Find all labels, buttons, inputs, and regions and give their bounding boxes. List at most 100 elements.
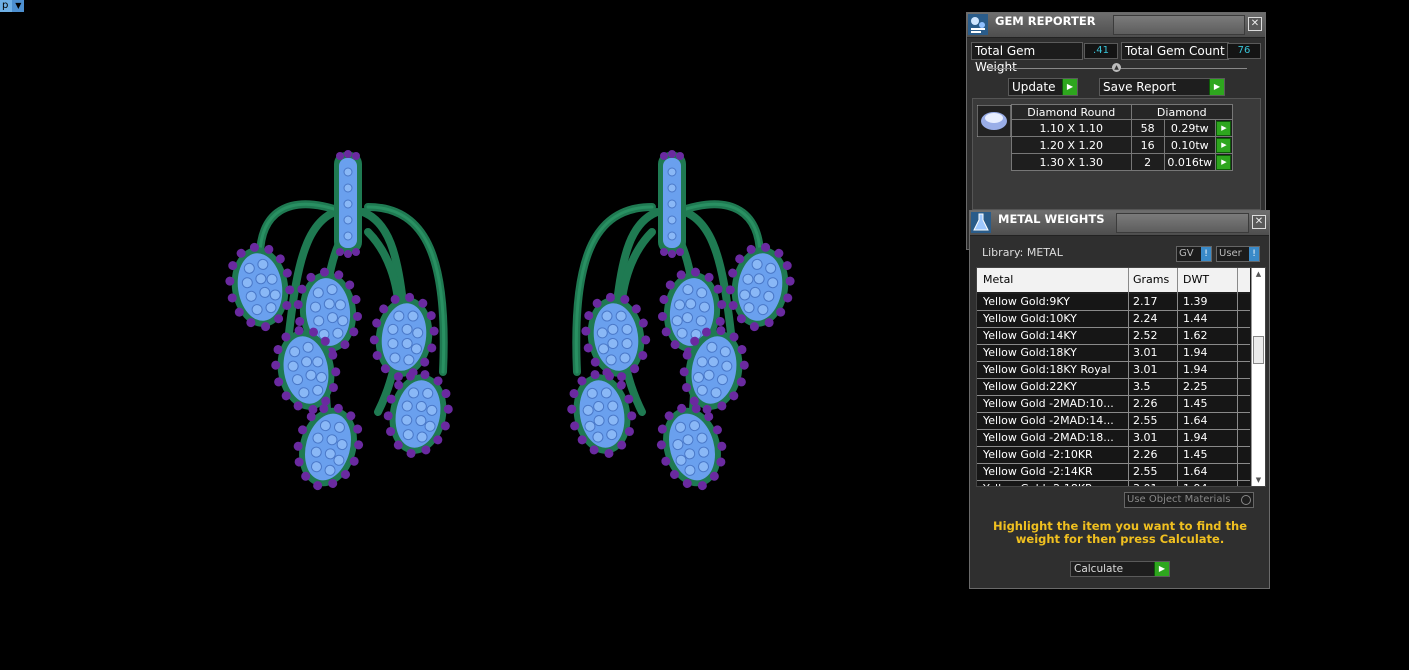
column-divider — [1177, 268, 1178, 486]
metal-rows: Yellow Gold:9KY 2.17 1.39 Yellow Gold:10KY 2… — [977, 294, 1250, 486]
scroll-down-icon[interactable]: ▼ — [1252, 474, 1265, 486]
table-row[interactable]: Yellow Gold:10KY 2.24 1.44 — [977, 311, 1250, 328]
gem-count: 2 — [1130, 153, 1165, 171]
metal-grams: 2.26 — [1133, 397, 1158, 410]
table-row[interactable]: Yellow Gold -2:14KR 2.55 1.64 — [977, 464, 1250, 481]
metal-dwt: 1.64 — [1183, 414, 1208, 427]
metal-name: Yellow Gold:9KY — [983, 295, 1070, 308]
table-row[interactable]: 1.30 X 1.30 2 0.016tw ▶ — [1011, 153, 1234, 171]
gem-size: 1.10 X 1.10 — [1011, 119, 1132, 137]
table-row[interactable]: Yellow Gold -2MAD:14... 2.55 1.64 — [977, 413, 1250, 430]
metal-list[interactable]: Metal Grams DWT Yellow Gold:9KY 2.17 1.39 Y… — [976, 267, 1266, 487]
gem-summary-table: Diamond Round Diamond 1.10 X 1.10 58 0.2… — [1011, 104, 1234, 171]
calculate-button[interactable]: Calculate ▶ — [1070, 561, 1170, 577]
diamond-round-icon[interactable] — [977, 105, 1011, 137]
metal-name: Yellow Gold -2:10KR — [983, 448, 1093, 461]
gem-reporter-titlebar[interactable]: GEM REPORTER ✕ — [967, 13, 1265, 38]
metal-name: Yellow Gold:10KY — [983, 312, 1077, 325]
total-gem-weight-label: Total Gem Weight — [971, 42, 1083, 74]
gem-reporter-drag-handle[interactable] — [1113, 15, 1245, 35]
metal-name: Yellow Gold:18KY — [983, 346, 1077, 359]
metal-list-scrollbar[interactable]: ▲ ▼ — [1251, 268, 1265, 486]
metal-grams: 2.52 — [1133, 329, 1158, 342]
metal-grams: 2.55 — [1133, 414, 1158, 427]
metal-dwt: 1.44 — [1183, 312, 1208, 325]
gem-reporter-title: GEM REPORTER — [995, 14, 1096, 28]
user-toggle[interactable]: User ! — [1216, 246, 1260, 262]
table-row[interactable]: Yellow Gold:9KY 2.17 1.39 — [977, 294, 1250, 311]
table-row[interactable]: 1.20 X 1.20 16 0.10tw ▶ — [1011, 136, 1234, 154]
metal-weights-titlebar[interactable]: METAL WEIGHTS ✕ — [970, 211, 1269, 236]
metal-weights-panel: METAL WEIGHTS ✕ Library: METAL GV ! User… — [969, 210, 1270, 589]
total-gem-weight-value: .41 — [1084, 43, 1118, 59]
metal-dwt: 1.94 — [1183, 481, 1237, 486]
metal-name: Yellow Gold -2:14KR — [983, 465, 1093, 478]
metal-grams: 2.24 — [1133, 312, 1158, 325]
table-row[interactable]: Yellow Gold:22KY 3.5 2.25 — [977, 379, 1250, 396]
gem-weight: 0.016tw — [1163, 153, 1216, 171]
metal-dwt: 1.39 — [1183, 295, 1208, 308]
play-arrow-icon[interactable]: ▶ — [1216, 121, 1232, 136]
use-object-materials-toggle[interactable]: Use Object Materials — [1124, 492, 1254, 508]
info-icon: ! — [1201, 247, 1211, 261]
close-icon[interactable]: ✕ — [1252, 215, 1266, 229]
collapse-arrow-icon[interactable]: ▲ — [1112, 63, 1121, 72]
column-header-dwt[interactable]: DWT — [1183, 268, 1209, 292]
column-header-metal[interactable]: Metal — [983, 268, 1013, 292]
row-action-cell[interactable]: ▶ — [1214, 153, 1234, 171]
metal-dwt: 1.94 — [1183, 431, 1208, 444]
gem-size: 1.30 X 1.30 — [1011, 153, 1132, 171]
table-row[interactable]: Yellow Gold -2:18KR 3.01 1.94 — [977, 481, 1250, 486]
metal-dwt: 1.45 — [1183, 397, 1208, 410]
table-row[interactable]: Yellow Gold:18KY 3.01 1.94 — [977, 345, 1250, 362]
scroll-up-icon[interactable]: ▲ — [1252, 268, 1265, 280]
table-row[interactable]: Yellow Gold -2MAD:18... 3.01 1.94 — [977, 430, 1250, 447]
right-earring-model — [561, 150, 799, 499]
play-arrow-icon[interactable]: ▶ — [1216, 138, 1232, 153]
metal-name: Yellow Gold -2:18KR — [983, 481, 1129, 486]
metal-dwt: 1.64 — [1183, 465, 1208, 478]
table-row[interactable]: 1.10 X 1.10 58 0.29tw ▶ — [1011, 119, 1234, 137]
metal-weights-title: METAL WEIGHTS — [998, 212, 1105, 226]
table-row[interactable]: Yellow Gold -2MAD:10... 2.26 1.45 — [977, 396, 1250, 413]
metal-name: Yellow Gold:14KY — [983, 329, 1077, 342]
calculate-instructions: Highlight the item you want to find the … — [993, 519, 1247, 546]
update-button[interactable]: Update ▶ — [1008, 78, 1078, 96]
gv-toggle[interactable]: GV ! — [1176, 246, 1212, 262]
row-action-cell[interactable]: ▶ — [1214, 119, 1234, 137]
table-row[interactable]: Yellow Gold:18KY Royal 3.01 1.94 — [977, 362, 1250, 379]
table-row[interactable]: Yellow Gold:14KY 2.52 1.62 — [977, 328, 1250, 345]
save-report-button[interactable]: Save Report ▶ — [1099, 78, 1225, 96]
play-arrow-icon: ▶ — [1209, 79, 1224, 95]
metal-grams: 2.17 — [1133, 295, 1158, 308]
table-row[interactable]: Yellow Gold -2:10KR 2.26 1.45 — [977, 447, 1250, 464]
play-arrow-icon: ▶ — [1154, 562, 1169, 576]
metal-name: Yellow Gold -2MAD:14... — [983, 414, 1114, 427]
left-earring-model — [221, 150, 459, 499]
metal-dwt: 1.45 — [1183, 448, 1208, 461]
metal-weights-drag-handle[interactable] — [1116, 213, 1249, 233]
metal-grams: 2.55 — [1133, 465, 1158, 478]
play-arrow-icon[interactable]: ▶ — [1216, 155, 1232, 170]
metal-grams: 3.01 — [1133, 431, 1158, 444]
library-label: Library: METAL — [982, 246, 1063, 259]
total-gem-count-label: Total Gem Count — [1121, 42, 1229, 60]
gem-size: 1.20 X 1.20 — [1011, 136, 1132, 154]
user-label: User — [1219, 248, 1242, 259]
close-icon[interactable]: ✕ — [1248, 17, 1262, 31]
metal-grams: 3.5 — [1133, 380, 1151, 393]
metal-name: Yellow Gold:22KY — [983, 380, 1077, 393]
gem-kind-header: Diamond — [1130, 104, 1234, 120]
gem-weight: 0.29tw — [1163, 119, 1216, 137]
metal-grams: 3.01 — [1133, 363, 1158, 376]
gem-count: 58 — [1130, 119, 1165, 137]
gem-weight: 0.10tw — [1163, 136, 1216, 154]
column-header-grams[interactable]: Grams — [1133, 268, 1169, 292]
scrollbar-thumb[interactable] — [1253, 336, 1264, 364]
metal-grams: 3.01 — [1133, 481, 1177, 486]
metal-name: Yellow Gold -2MAD:18... — [983, 431, 1114, 444]
metal-flask-icon — [971, 212, 991, 233]
radio-icon[interactable] — [1241, 495, 1251, 505]
row-action-cell[interactable]: ▶ — [1214, 136, 1234, 154]
metal-grams: 3.01 — [1133, 346, 1158, 359]
